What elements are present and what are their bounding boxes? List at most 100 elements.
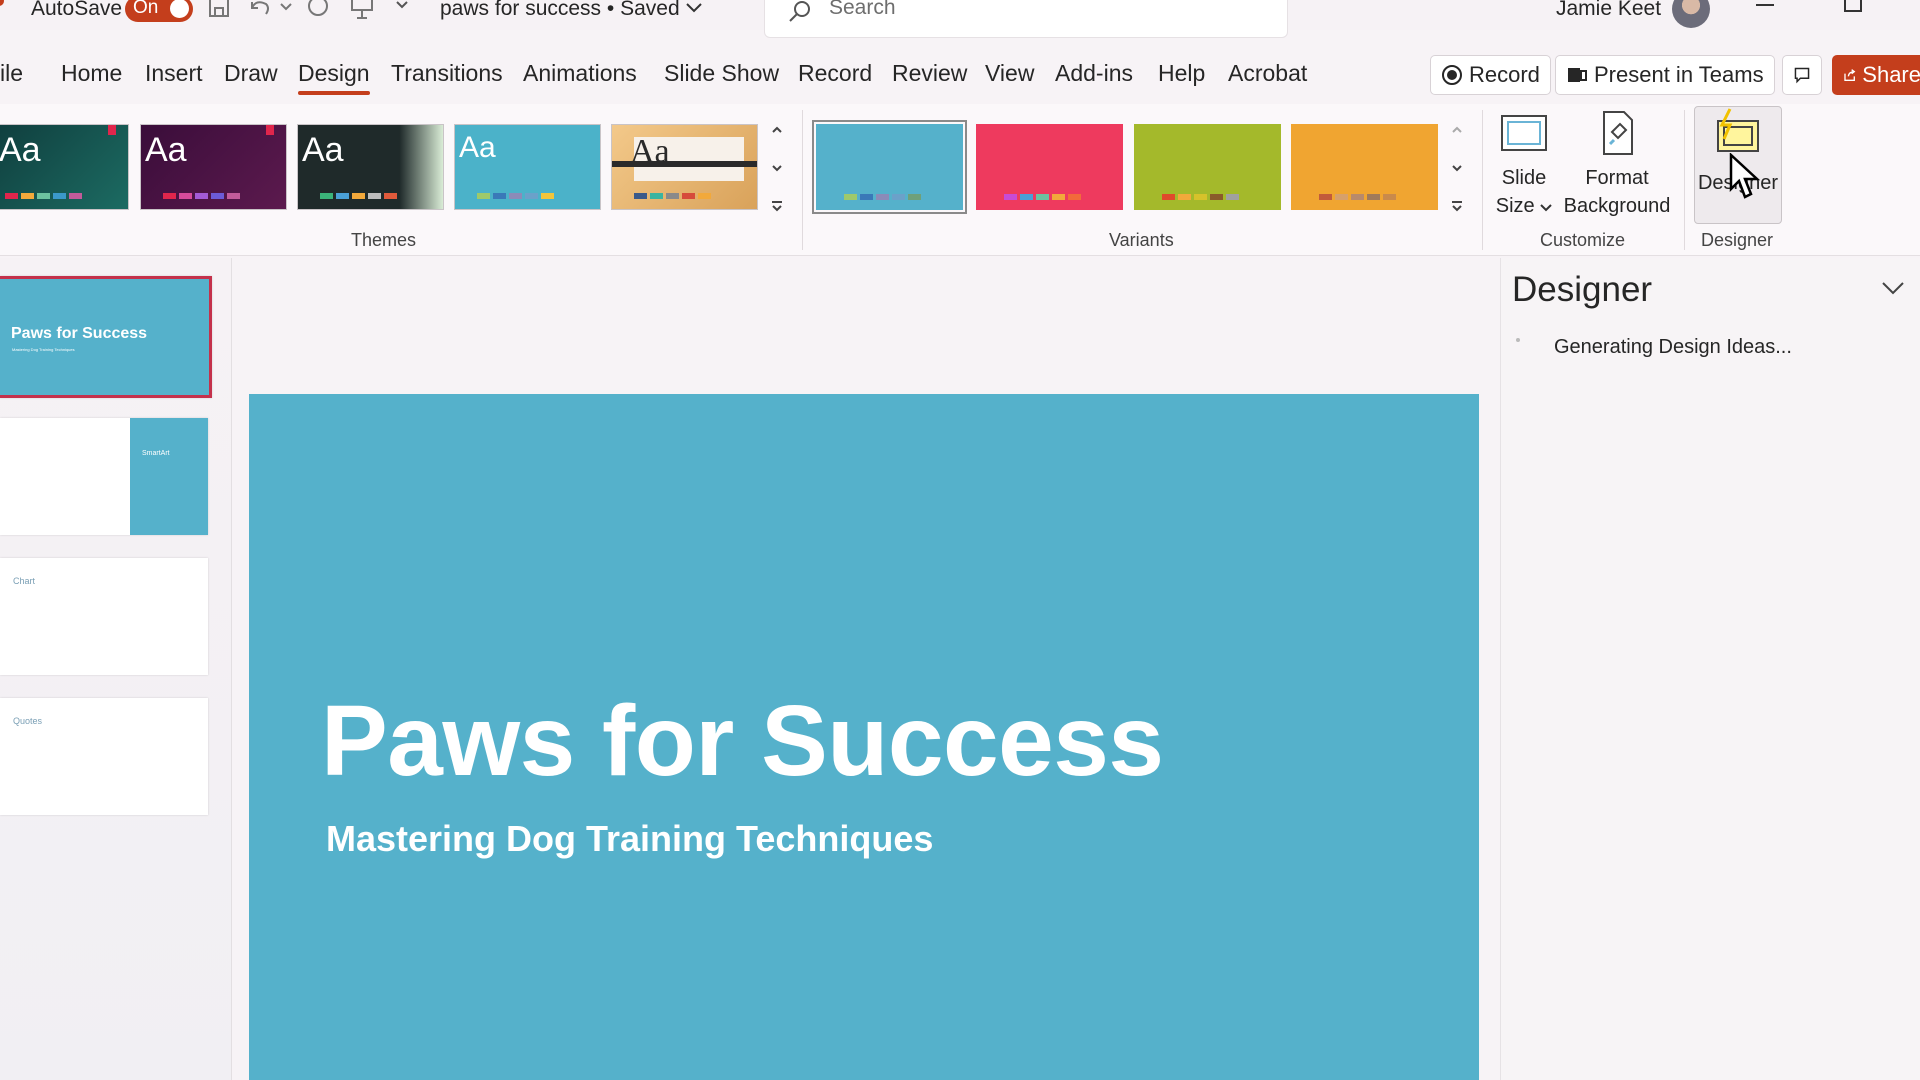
- theme-color-swatches: [634, 193, 711, 199]
- undo-dropdown-icon[interactable]: [278, 0, 294, 22]
- toggle-knob: [170, 0, 189, 18]
- slide-title[interactable]: Paws for Success: [321, 684, 1164, 799]
- scroll-down-icon[interactable]: [771, 162, 783, 174]
- tab-insert[interactable]: Insert: [145, 60, 203, 87]
- theme-sample-text: Aa: [145, 131, 187, 169]
- tab-transitions[interactable]: Transitions: [391, 60, 503, 87]
- undo-icon[interactable]: [246, 0, 274, 22]
- slide-subtitle[interactable]: Mastering Dog Training Techniques: [326, 818, 933, 860]
- designer-group-label: Designer: [1701, 230, 1774, 250]
- teams-icon: [1568, 68, 1587, 82]
- present-from-start-icon[interactable]: [348, 0, 376, 22]
- variant-thumbnail-3[interactable]: [1134, 124, 1281, 210]
- chevron-down-icon[interactable]: [1881, 280, 1905, 296]
- theme-sample-text: Aa: [0, 131, 41, 169]
- thumbnail-label: Chart: [13, 576, 36, 586]
- tab-acrobat[interactable]: Acrobat: [1228, 60, 1307, 87]
- format-background-label-1: Format: [1585, 167, 1649, 189]
- theme-color-swatches: [163, 193, 240, 199]
- app-logo-icon: [0, 0, 4, 6]
- theme-thumbnail-3[interactable]: Aa: [297, 124, 444, 210]
- tab-view[interactable]: View: [985, 60, 1034, 87]
- group-separator: [802, 110, 803, 250]
- share-icon: [1844, 69, 1856, 81]
- theme-thumbnail-5[interactable]: Aa: [611, 124, 758, 210]
- tab-design[interactable]: Design: [298, 60, 370, 95]
- search-box[interactable]: Search: [764, 0, 1288, 38]
- theme-accent-mark: [108, 125, 116, 135]
- variants-scroll[interactable]: [1446, 124, 1468, 214]
- tab-draw[interactable]: Draw: [224, 60, 278, 87]
- theme-thumbnail-1[interactable]: Aa: [0, 124, 129, 210]
- tab-animations[interactable]: Animations: [523, 60, 637, 87]
- tab-help[interactable]: Help: [1158, 60, 1205, 87]
- variant-thumbnail-1[interactable]: [812, 120, 967, 214]
- theme-color-swatches: [477, 193, 554, 199]
- record-button-label: Record: [1469, 62, 1540, 87]
- loading-spinner-icon: [1516, 338, 1520, 342]
- tab-slide-show[interactable]: Slide Show: [664, 60, 779, 87]
- designer-button[interactable]: Designer: [1694, 106, 1782, 224]
- slide-size-label-1: Slide: [1501, 167, 1547, 189]
- tab-add-ins[interactable]: Add-ins: [1055, 60, 1133, 87]
- tab-review[interactable]: Review: [892, 60, 967, 87]
- tab-home[interactable]: Home: [61, 60, 122, 87]
- more-options-icon[interactable]: [771, 200, 783, 214]
- record-icon: [1442, 65, 1462, 85]
- share-button[interactable]: Share: [1832, 55, 1920, 95]
- format-background-button[interactable]: Format Background: [1560, 110, 1674, 220]
- chevron-down-icon: [1540, 204, 1552, 212]
- theme-sample-text: Aa: [302, 131, 344, 169]
- theme-sample-text: Aa: [459, 131, 496, 164]
- save-icon[interactable]: [206, 0, 234, 22]
- record-button[interactable]: Record: [1430, 55, 1551, 95]
- scroll-up-icon[interactable]: [771, 124, 783, 136]
- minimize-icon[interactable]: [1756, 4, 1774, 6]
- theme-thumbnail-2[interactable]: Aa: [140, 124, 287, 210]
- variant-thumbnail-2[interactable]: [976, 124, 1123, 210]
- comments-button[interactable]: [1782, 55, 1822, 95]
- user-name[interactable]: Jamie Keet: [1556, 0, 1661, 21]
- designer-status-text: Generating Design Ideas...: [1554, 336, 1792, 358]
- thumbnail-title: Paws for Success: [11, 325, 148, 342]
- slide-size-button[interactable]: Slide Size: [1488, 110, 1560, 220]
- thumbnail-subtitle: Mastering Dog Training Techniques: [12, 347, 75, 352]
- thumbnail-label: SmartArt: [142, 450, 170, 457]
- themes-scroll[interactable]: [766, 124, 788, 214]
- variant-color-swatches: [844, 194, 921, 200]
- variant-thumbnail-4[interactable]: [1291, 124, 1438, 210]
- slide-canvas[interactable]: Paws for Success Mastering Dog Training …: [249, 394, 1479, 1080]
- slide-thumbnail-2[interactable]: SmartArt: [0, 418, 208, 535]
- avatar[interactable]: [1672, 0, 1710, 28]
- autosave-state: On: [133, 0, 159, 18]
- variants-group-label: Variants: [1109, 230, 1174, 250]
- tab-record[interactable]: Record: [798, 60, 872, 87]
- variant-color-swatches: [1004, 194, 1081, 200]
- more-options-icon[interactable]: [1451, 200, 1463, 214]
- present-in-teams-button[interactable]: Present in Teams: [1555, 55, 1775, 95]
- slide-thumbnails-pane: Paws for Success Mastering Dog Training …: [0, 258, 232, 1080]
- chevron-down-icon: [686, 3, 703, 13]
- scroll-up-icon[interactable]: [1451, 124, 1463, 136]
- tab-file[interactable]: ile: [0, 60, 23, 87]
- slide-thumbnail-3[interactable]: Chart: [0, 558, 208, 675]
- theme-thumbnail-4[interactable]: Aa: [454, 124, 601, 210]
- thumbnail-label: Quotes: [13, 716, 43, 726]
- slide-size-label: Size: [1488, 192, 1560, 220]
- redo-icon[interactable]: [304, 0, 332, 22]
- slide-thumbnail-4[interactable]: Quotes: [0, 698, 208, 815]
- theme-color-swatches: [320, 193, 397, 199]
- maximize-icon[interactable]: [1844, 0, 1862, 12]
- slide-thumbnail-1[interactable]: Paws for Success Mastering Dog Training …: [0, 276, 212, 398]
- autosave-toggle[interactable]: On: [125, 0, 193, 22]
- theme-accent-mark: [266, 125, 274, 135]
- scroll-down-icon[interactable]: [1451, 162, 1463, 174]
- customize-toolbar-icon[interactable]: [392, 0, 412, 22]
- search-icon: [789, 1, 810, 22]
- search-placeholder: Search: [829, 0, 896, 19]
- autosave-label: AutoSave: [31, 0, 123, 20]
- share-button-label: Share: [1862, 62, 1920, 87]
- comment-icon: [1794, 67, 1810, 84]
- document-title[interactable]: paws for success • Saved: [440, 0, 703, 21]
- variant-color-swatches: [1162, 194, 1239, 200]
